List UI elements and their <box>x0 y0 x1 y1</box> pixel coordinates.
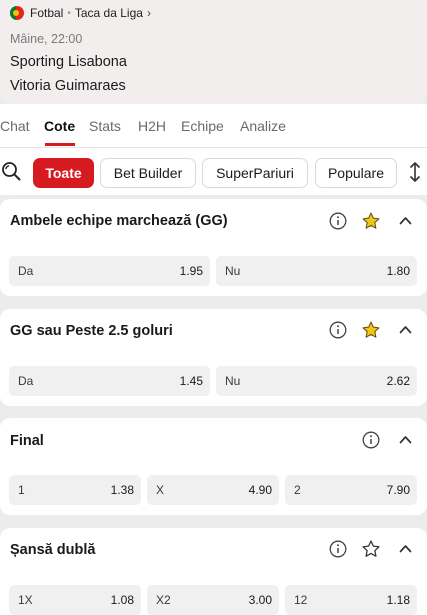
odd-value: 1.95 <box>179 264 203 278</box>
odd-value: 1.18 <box>386 593 410 607</box>
portugal-flag-icon <box>10 6 24 20</box>
filter-superpariuri[interactable]: SuperPariuri <box>202 158 308 188</box>
separator-dot: • <box>67 7 71 19</box>
tab-stats[interactable]: Stats <box>89 118 121 134</box>
match-time: Mâine, 22:00 <box>10 32 83 46</box>
market-double-chance: Șansă dublă 1X 1.08 X2 3.00 12 1.18 <box>0 528 427 615</box>
breadcrumb[interactable]: Fotbal • Taca da Liga › <box>10 5 151 21</box>
market-title: Final <box>10 433 44 449</box>
odd-label: 1 <box>18 483 25 497</box>
odd-button[interactable]: Nu 2.62 <box>216 366 417 396</box>
filter-bet-builder[interactable]: Bet Builder <box>100 158 196 188</box>
odd-value: 2.62 <box>386 374 410 388</box>
active-tab-indicator <box>45 143 75 146</box>
chevron-up-icon[interactable] <box>399 435 412 444</box>
info-icon[interactable] <box>362 431 380 449</box>
odd-label: Nu <box>225 374 241 388</box>
odd-label: X <box>156 483 165 497</box>
filter-toate[interactable]: Toate <box>33 158 94 188</box>
market-title: GG sau Peste 2.5 goluri <box>10 323 173 339</box>
odd-value: 1.80 <box>386 264 410 278</box>
odd-button[interactable]: 1X 1.08 <box>9 585 141 615</box>
sort-icon[interactable] <box>408 161 422 183</box>
home-team: Sporting Lisabona <box>10 54 127 70</box>
market-gg-over: GG sau Peste 2.5 goluri Da 1.45 Nu 2.62 <box>0 309 427 406</box>
breadcrumb-competition: Taca da Liga <box>74 6 143 20</box>
star-outline-icon[interactable] <box>361 539 381 559</box>
odd-label: Nu <box>225 264 241 278</box>
odd-label: Da <box>18 374 34 388</box>
away-team: Vitoria Guimaraes <box>10 78 126 94</box>
filter-populare[interactable]: Populare <box>315 158 397 188</box>
odd-button[interactable]: 2 7.90 <box>285 475 417 505</box>
odd-button[interactable]: 12 1.18 <box>285 585 417 615</box>
odd-label: Da <box>18 264 34 278</box>
info-icon[interactable] <box>329 212 347 230</box>
breadcrumb-sport: Fotbal <box>30 6 64 20</box>
odd-button[interactable]: X2 3.00 <box>147 585 279 615</box>
odd-value: 1.38 <box>110 483 134 497</box>
odd-value: 4.90 <box>248 483 272 497</box>
odd-label: 1X <box>18 593 33 607</box>
search-icon[interactable] <box>1 161 21 181</box>
market-gg: Ambele echipe marchează (GG) Da 1.95 Nu … <box>0 199 427 296</box>
odd-label: X2 <box>156 593 171 607</box>
match-header: Fotbal • Taca da Liga › Mâine, 22:00 Spo… <box>0 0 427 104</box>
tab-cote[interactable]: Cote <box>44 118 75 134</box>
tab-chat[interactable]: Chat <box>0 118 30 134</box>
odd-value: 3.00 <box>248 593 272 607</box>
odd-value: 1.08 <box>110 593 134 607</box>
star-icon[interactable] <box>361 320 381 340</box>
market-final: Final 1 1.38 X 4.90 2 7.90 <box>0 418 427 515</box>
market-title: Șansă dublă <box>10 542 96 558</box>
odd-value: 7.90 <box>386 483 410 497</box>
chevron-up-icon[interactable] <box>399 325 412 334</box>
odd-button[interactable]: X 4.90 <box>147 475 279 505</box>
market-title: Ambele echipe marchează (GG) <box>10 213 228 229</box>
odd-button[interactable]: Da 1.45 <box>9 366 210 396</box>
chevron-up-icon[interactable] <box>399 544 412 553</box>
odd-button[interactable]: Da 1.95 <box>9 256 210 286</box>
odd-value: 1.45 <box>179 374 203 388</box>
info-icon[interactable] <box>329 540 347 558</box>
chevron-up-icon[interactable] <box>399 216 412 225</box>
tab-echipe[interactable]: Echipe <box>181 118 224 134</box>
odd-label: 2 <box>294 483 301 497</box>
odd-button[interactable]: 1 1.38 <box>9 475 141 505</box>
star-icon[interactable] <box>361 211 381 231</box>
tab-analize[interactable]: Analize <box>240 118 286 134</box>
odd-button[interactable]: Nu 1.80 <box>216 256 417 286</box>
tab-h2h[interactable]: H2H <box>138 118 166 134</box>
odd-label: 12 <box>294 593 308 607</box>
chevron-right-icon: › <box>146 6 151 20</box>
info-icon[interactable] <box>329 321 347 339</box>
